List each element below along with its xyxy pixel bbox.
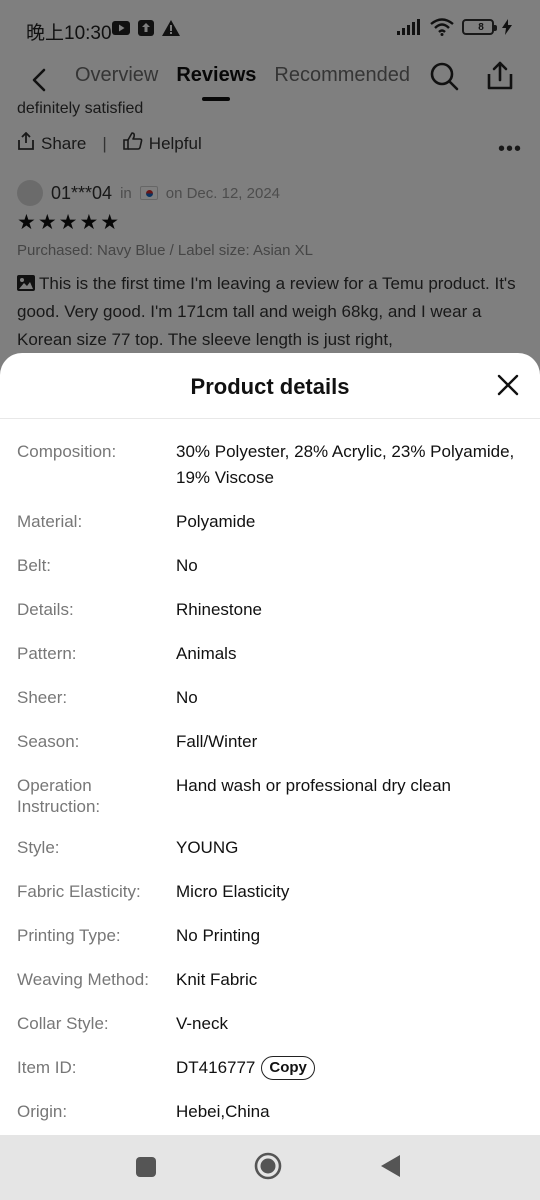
detail-value: Fall/Winter	[176, 732, 258, 751]
detail-value: Micro Elasticity	[176, 882, 290, 901]
detail-value: Hebei,China	[176, 1102, 270, 1121]
detail-label: Season:	[17, 732, 80, 751]
detail-value: Polyamide	[176, 512, 256, 531]
detail-row-belt: Belt: No	[0, 555, 540, 579]
detail-row-pattern: Pattern: Animals	[0, 643, 540, 667]
copy-button[interactable]: Copy	[261, 1056, 315, 1080]
detail-value: V-neck	[176, 1014, 228, 1033]
detail-value: No	[176, 688, 198, 707]
detail-value: Hand wash or professional dry clean	[176, 776, 451, 795]
detail-row-operation-instruction: Operation Instruction: Hand wash or prof…	[0, 775, 540, 817]
detail-row-origin: Origin: Hebei,China	[0, 1101, 540, 1125]
close-icon[interactable]	[496, 373, 520, 397]
detail-label: Style:	[17, 838, 60, 857]
detail-row-details: Details: Rhinestone	[0, 599, 540, 623]
detail-value: No Printing	[176, 926, 261, 945]
detail-label: Details:	[17, 600, 74, 619]
system-nav-bar	[0, 1135, 540, 1200]
detail-row-item-id: Item ID: DT416777 Copy	[0, 1055, 540, 1081]
item-id-value: DT416777	[176, 1058, 256, 1077]
detail-value: No	[176, 556, 198, 575]
detail-label: Composition:	[17, 442, 117, 461]
detail-value: Rhinestone	[176, 600, 263, 619]
detail-value-wrap: DT416777 Copy	[176, 1055, 540, 1081]
detail-row-fabric-elasticity: Fabric Elasticity: Micro Elasticity	[0, 881, 540, 905]
detail-label: Fabric Elasticity:	[17, 882, 141, 901]
detail-row-sheer: Sheer: No	[0, 687, 540, 711]
detail-label: Item ID:	[17, 1058, 77, 1077]
home-icon[interactable]	[254, 1152, 282, 1185]
recent-apps-icon[interactable]	[135, 1156, 157, 1183]
detail-label: Weaving Method:	[17, 970, 149, 989]
detail-value: Animals	[176, 644, 237, 663]
detail-label: Collar Style:	[17, 1014, 109, 1033]
detail-row-weaving-method: Weaving Method: Knit Fabric	[0, 969, 540, 993]
detail-row-style: Style: YOUNG	[0, 837, 540, 861]
detail-label: Sheer:	[17, 688, 68, 707]
detail-row-printing-type: Printing Type: No Printing	[0, 925, 540, 949]
detail-row-season: Season: Fall/Winter	[0, 731, 540, 755]
sheet-header: Product details	[0, 353, 540, 419]
detail-label: Printing Type:	[17, 926, 121, 945]
detail-label: Operation Instruction:	[17, 776, 101, 816]
product-details-sheet: Product details Composition: 30% Polyest…	[0, 353, 540, 1135]
details-list: Composition: 30% Polyester, 28% Acrylic,…	[0, 419, 540, 1125]
sheet-title: Product details	[190, 374, 350, 399]
detail-row-composition: Composition: 30% Polyester, 28% Acrylic,…	[0, 441, 540, 491]
detail-label: Origin:	[17, 1102, 68, 1121]
detail-label: Material:	[17, 512, 83, 531]
detail-value: 30% Polyester, 28% Acrylic, 23% Polyamid…	[176, 442, 515, 487]
detail-label: Pattern:	[17, 644, 77, 663]
detail-row-material: Material: Polyamide	[0, 511, 540, 535]
detail-label: Belt:	[17, 556, 52, 575]
detail-row-collar-style: Collar Style: V-neck	[0, 1013, 540, 1037]
back-triangle-icon[interactable]	[380, 1154, 402, 1183]
detail-value: Knit Fabric	[176, 970, 258, 989]
detail-value: YOUNG	[176, 838, 239, 857]
